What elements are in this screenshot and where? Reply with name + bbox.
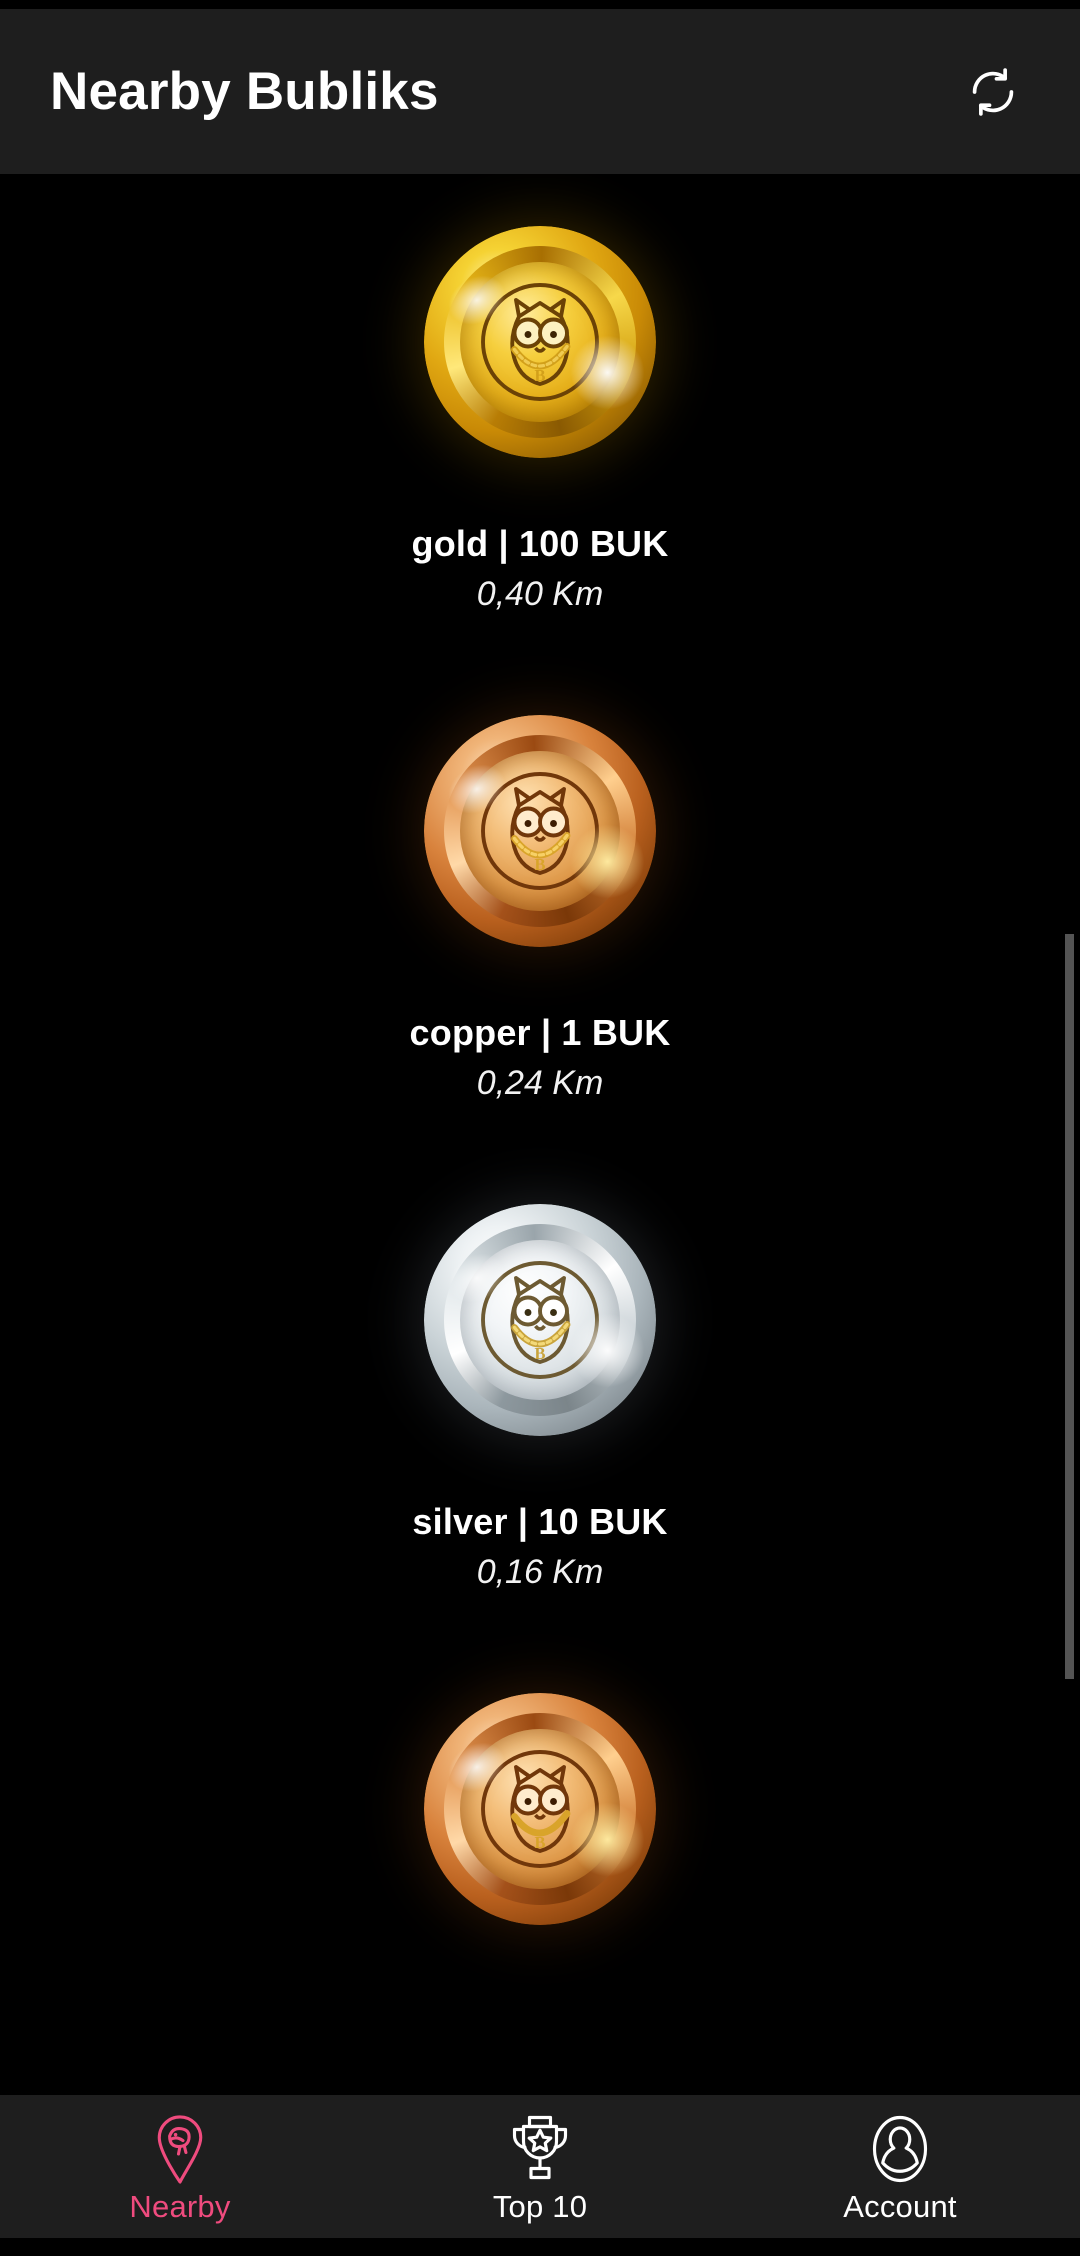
coin-title: silver | 10 BUK — [412, 1500, 668, 1542]
nearby-list[interactable]: B gold | 100 BUK 0,40 Km B copper | 1 BU… — [0, 174, 1080, 2095]
svg-text:B: B — [534, 366, 545, 385]
coin-distance: 0,40 Km — [476, 574, 604, 613]
svg-text:B: B — [534, 1344, 545, 1363]
map-pin-icon — [150, 2111, 210, 2185]
navigation-bar-strip — [0, 2238, 1080, 2256]
list-item[interactable]: B gold | 100 BUK 0,40 Km — [0, 192, 1080, 613]
person-icon — [868, 2111, 932, 2185]
list-item[interactable]: B silver | 10 BUK 0,16 Km — [0, 1169, 1080, 1591]
svg-text:B: B — [534, 1833, 545, 1852]
status-bar — [0, 0, 1080, 9]
refresh-button[interactable] — [950, 49, 1036, 135]
app-screen: Nearby Bubliks B gold | 100 BUK 0,40 Km … — [0, 0, 1080, 2256]
list-item[interactable]: B copper | 1 BUK 0,24 Km — [0, 680, 1080, 1102]
copper-coin-owl-icon: B — [390, 680, 690, 981]
svg-text:B: B — [534, 855, 545, 874]
nav-item-account[interactable]: Account — [720, 2095, 1080, 2238]
coin-title: gold | 100 BUK — [411, 523, 669, 564]
gold-coin-owl-icon: B — [390, 192, 690, 492]
refresh-icon — [967, 66, 1019, 118]
silver-coin-owl-icon: B — [390, 1169, 690, 1470]
page-title: Nearby Bubliks — [50, 62, 439, 121]
coin-title: copper | 1 BUK — [409, 1011, 671, 1053]
coin-distance: 0,16 Km — [476, 1552, 604, 1591]
nav-label: Account — [843, 2189, 957, 2224]
bottom-navigation: Nearby Top 10 Account — [0, 2095, 1080, 2238]
list-item[interactable]: B — [0, 1658, 1080, 1959]
coin-distance: 0,24 Km — [476, 1063, 604, 1102]
nav-label: Nearby — [129, 2189, 231, 2224]
nav-item-top10[interactable]: Top 10 — [360, 2095, 720, 2238]
app-header: Nearby Bubliks — [0, 9, 1080, 174]
nav-label: Top 10 — [492, 2189, 588, 2224]
trophy-icon — [507, 2111, 573, 2185]
nav-item-nearby[interactable]: Nearby — [0, 2095, 360, 2238]
copper-coin-owl-icon: B — [390, 1658, 690, 1959]
